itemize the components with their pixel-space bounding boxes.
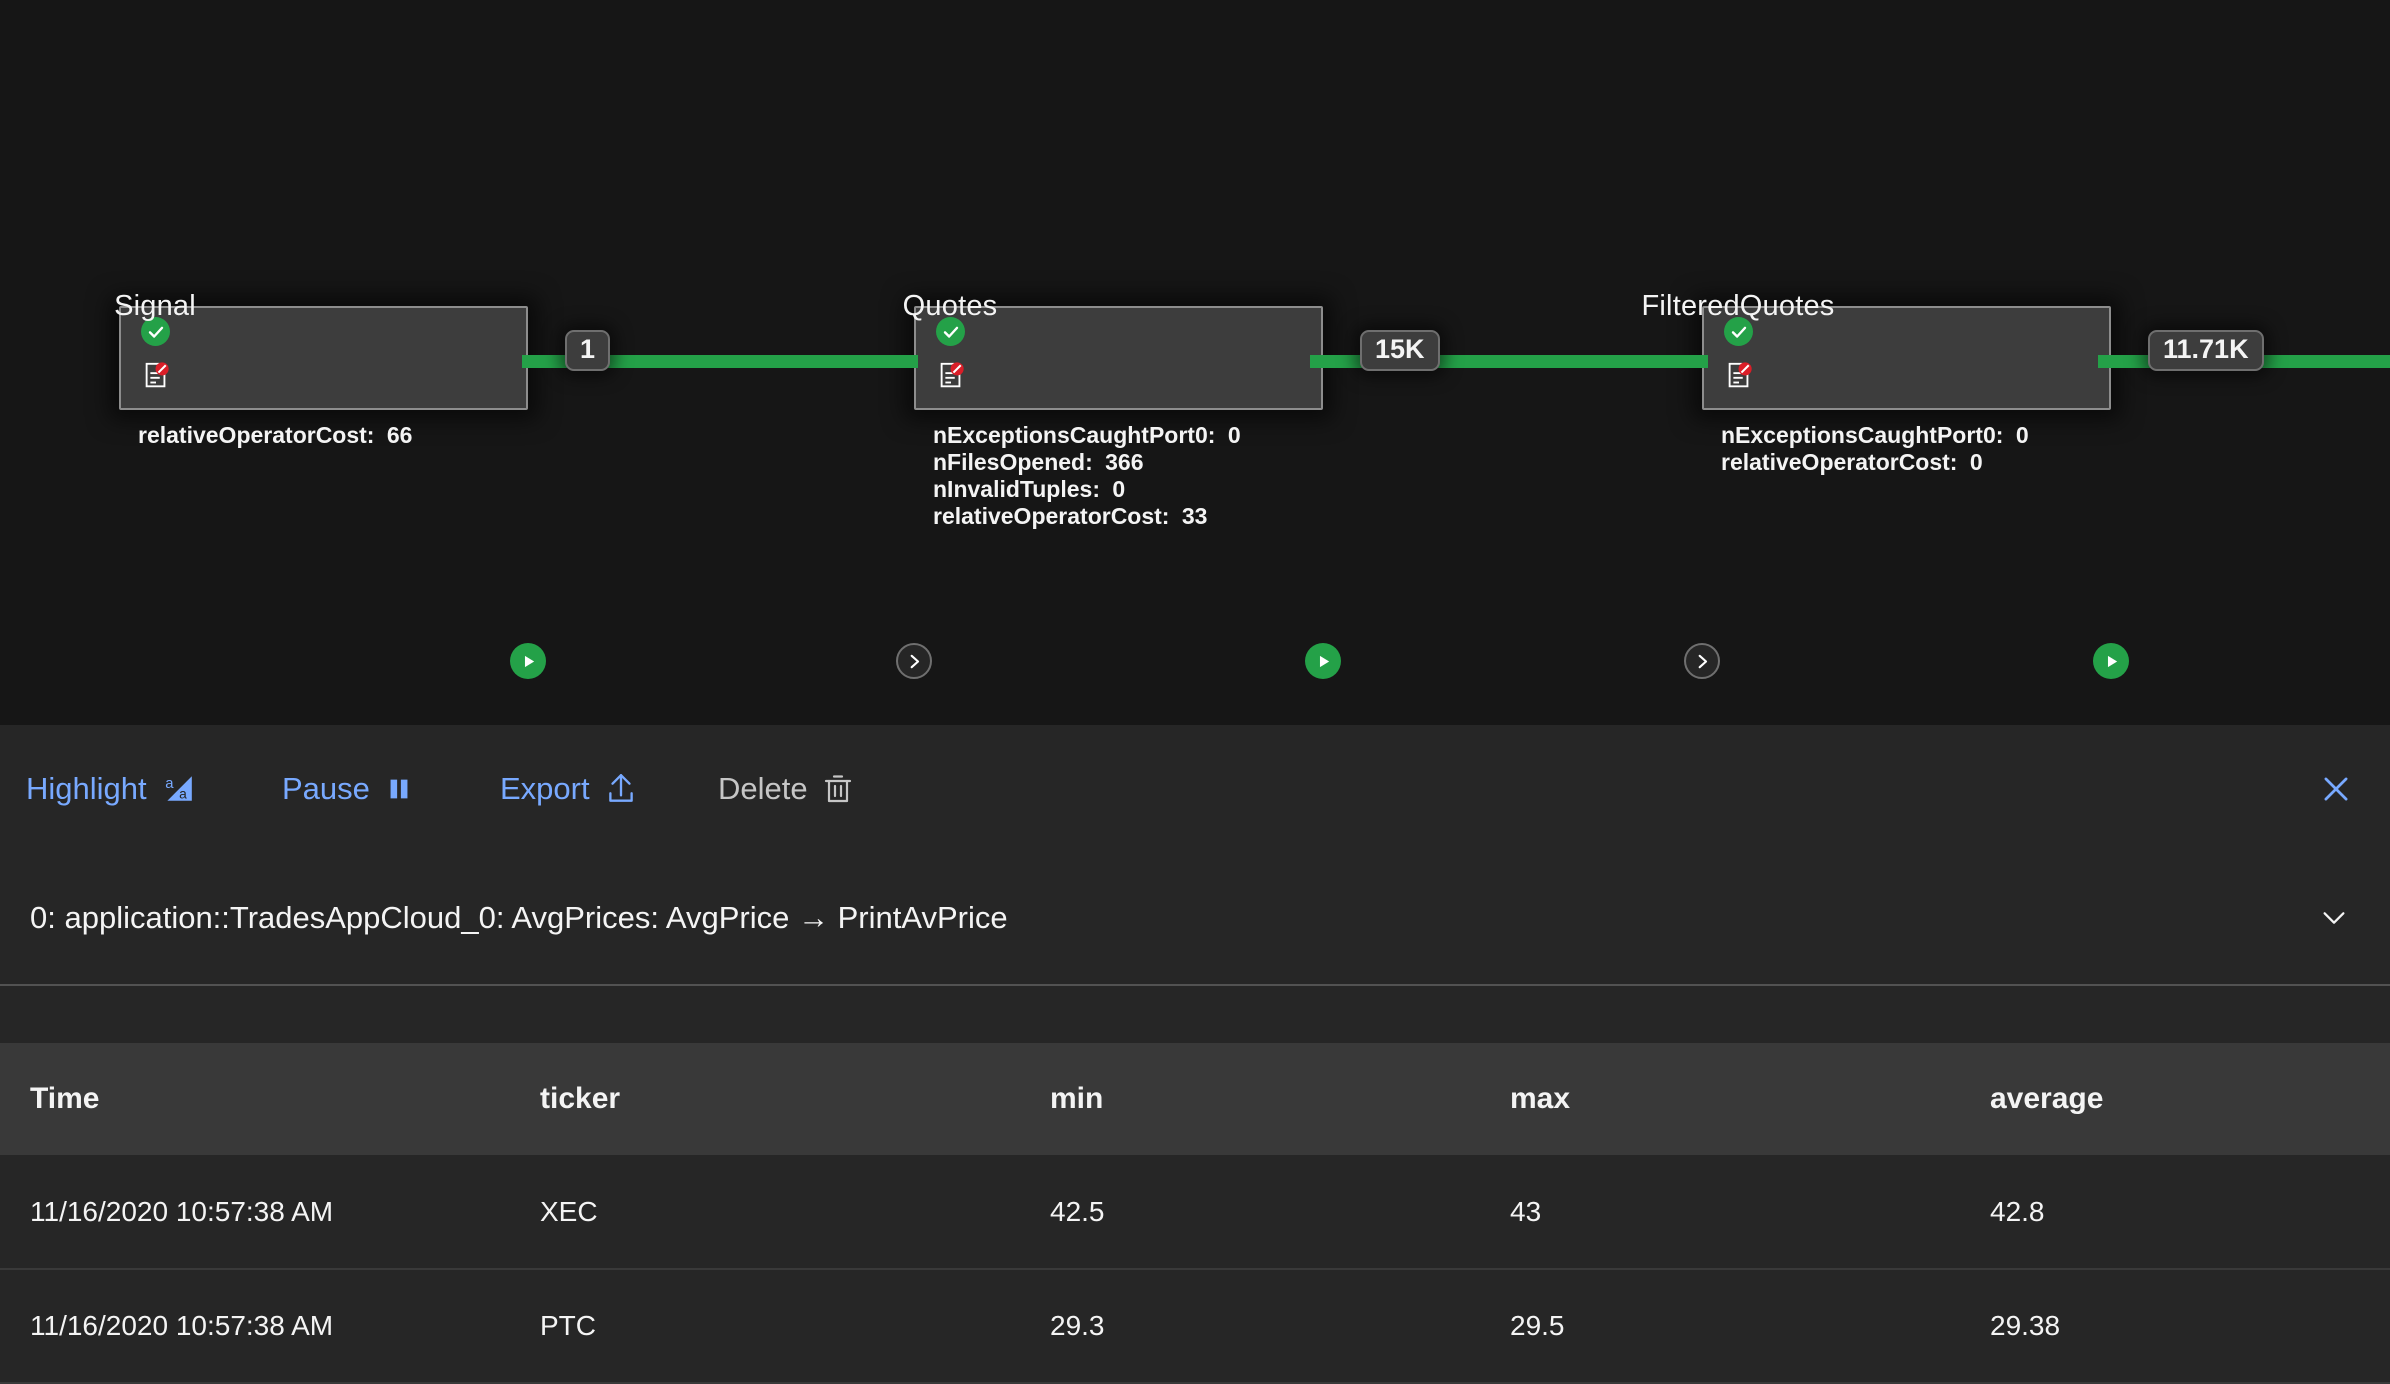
cell-min: 42.5 xyxy=(1020,1155,1480,1270)
metric-value: 0 xyxy=(2015,422,2029,448)
cell-average: 29.38 xyxy=(1960,1269,2390,1384)
column-header-time[interactable]: Time xyxy=(0,1043,510,1155)
breadcrumb-text: 0: application::TradesAppCloud_0: AvgPri… xyxy=(30,900,1008,935)
cell-min: 29.3 xyxy=(1020,1269,1480,1384)
log-disabled-icon[interactable] xyxy=(1724,360,1754,390)
column-header-max[interactable]: max xyxy=(1480,1043,1960,1155)
cell-ticker: PTC xyxy=(510,1269,1020,1384)
node-metrics: nExceptionsCaughtPort0: 0 relativeOperat… xyxy=(1721,422,2029,476)
output-port[interactable] xyxy=(1305,643,1341,679)
details-panel: Highlight a a Pause Export Delete 0: app… xyxy=(0,725,2390,1384)
input-port[interactable] xyxy=(896,643,932,679)
metric-label: nInvalidTuples: xyxy=(933,476,1100,503)
pause-label: Pause xyxy=(282,770,370,806)
highlight-icon: a a xyxy=(161,772,195,806)
metric-label: nFilesOpened: xyxy=(933,449,1093,476)
input-port[interactable] xyxy=(1684,643,1720,679)
cell-max: 43 xyxy=(1480,1155,1960,1270)
details-toolbar: Highlight a a Pause Export Delete xyxy=(0,725,2390,852)
node-metrics: relativeOperatorCost: 66 xyxy=(138,422,412,449)
output-port[interactable] xyxy=(510,643,546,679)
trash-icon xyxy=(822,773,854,805)
metric-value: 0 xyxy=(1969,449,1983,476)
column-header-ticker[interactable]: ticker xyxy=(510,1043,1020,1155)
metric-value: 366 xyxy=(1105,449,1144,476)
edge-label-1[interactable]: 1 xyxy=(565,330,611,371)
cell-average: 42.8 xyxy=(1960,1155,2390,1270)
svg-text:a: a xyxy=(179,785,187,801)
edge-label-15k[interactable]: 15K xyxy=(1360,330,1440,371)
svg-text:a: a xyxy=(165,775,174,791)
metric-label: relativeOperatorCost: xyxy=(138,422,375,448)
metric-label: relativeOperatorCost: xyxy=(1721,449,1958,476)
metric-label: nExceptionsCaughtPort0: xyxy=(933,422,1216,448)
metric-row: nFilesOpened: 366 xyxy=(933,449,1241,476)
metric-value: 33 xyxy=(1181,503,1208,530)
metric-value: 66 xyxy=(386,422,413,448)
highlight-label: Highlight xyxy=(26,770,147,806)
chevron-down-icon[interactable] xyxy=(2312,901,2356,935)
output-port[interactable] xyxy=(2093,643,2129,679)
cell-max: 29.5 xyxy=(1480,1269,1960,1384)
pause-button[interactable]: Pause xyxy=(282,725,414,852)
close-icon[interactable] xyxy=(2316,769,2356,809)
upload-icon xyxy=(604,772,638,806)
column-header-min[interactable]: min xyxy=(1020,1043,1480,1155)
metric-row: nExceptionsCaughtPort0: 0 xyxy=(1721,422,2029,449)
metric-value: 0 xyxy=(1112,476,1126,503)
export-button[interactable]: Export xyxy=(500,725,638,852)
metric-label: nExceptionsCaughtPort0: xyxy=(1721,422,2004,448)
table-header-row: Time ticker min max average xyxy=(0,1043,2390,1155)
breadcrumb[interactable]: 0: application::TradesAppCloud_0: AvgPri… xyxy=(0,852,2390,986)
panel-gap xyxy=(0,988,2390,1043)
metric-row: relativeOperatorCost: 0 xyxy=(1721,449,2029,476)
node-metrics: nExceptionsCaughtPort0: 0 nFilesOpened: … xyxy=(933,422,1241,530)
metric-label: relativeOperatorCost: xyxy=(933,503,1170,530)
column-header-average[interactable]: average xyxy=(1960,1043,2390,1155)
edge-label-11-71k[interactable]: 11.71K xyxy=(2148,330,2264,371)
cell-time: 11/16/2020 10:57:38 AM xyxy=(0,1155,510,1270)
cell-time: 11/16/2020 10:57:38 AM xyxy=(0,1269,510,1384)
log-disabled-icon[interactable] xyxy=(936,360,966,390)
delete-button[interactable]: Delete xyxy=(718,725,854,852)
metric-row: nInvalidTuples: 0 xyxy=(933,476,1241,503)
log-disabled-icon[interactable] xyxy=(141,360,171,390)
metric-value: 0 xyxy=(1227,422,1241,448)
pause-icon xyxy=(384,774,414,804)
graph-canvas[interactable]: Signal relativeOperatorCost: 66 1 xyxy=(0,0,2390,725)
cell-ticker: XEC xyxy=(510,1155,1020,1270)
highlight-button[interactable]: Highlight a a xyxy=(26,725,195,852)
metric-row: relativeOperatorCost: 66 xyxy=(138,422,412,449)
table-row[interactable]: 11/16/2020 10:57:38 AM PTC 29.3 29.5 29.… xyxy=(0,1269,2390,1384)
tuples-table: Time ticker min max average 11/16/2020 1… xyxy=(0,1043,2390,1384)
export-label: Export xyxy=(500,770,590,806)
metric-row: relativeOperatorCost: 33 xyxy=(933,503,1241,530)
table-row[interactable]: 11/16/2020 10:57:38 AM XEC 42.5 43 42.8 xyxy=(0,1155,2390,1270)
metric-row: nExceptionsCaughtPort0: 0 xyxy=(933,422,1241,449)
delete-label: Delete xyxy=(718,770,808,806)
